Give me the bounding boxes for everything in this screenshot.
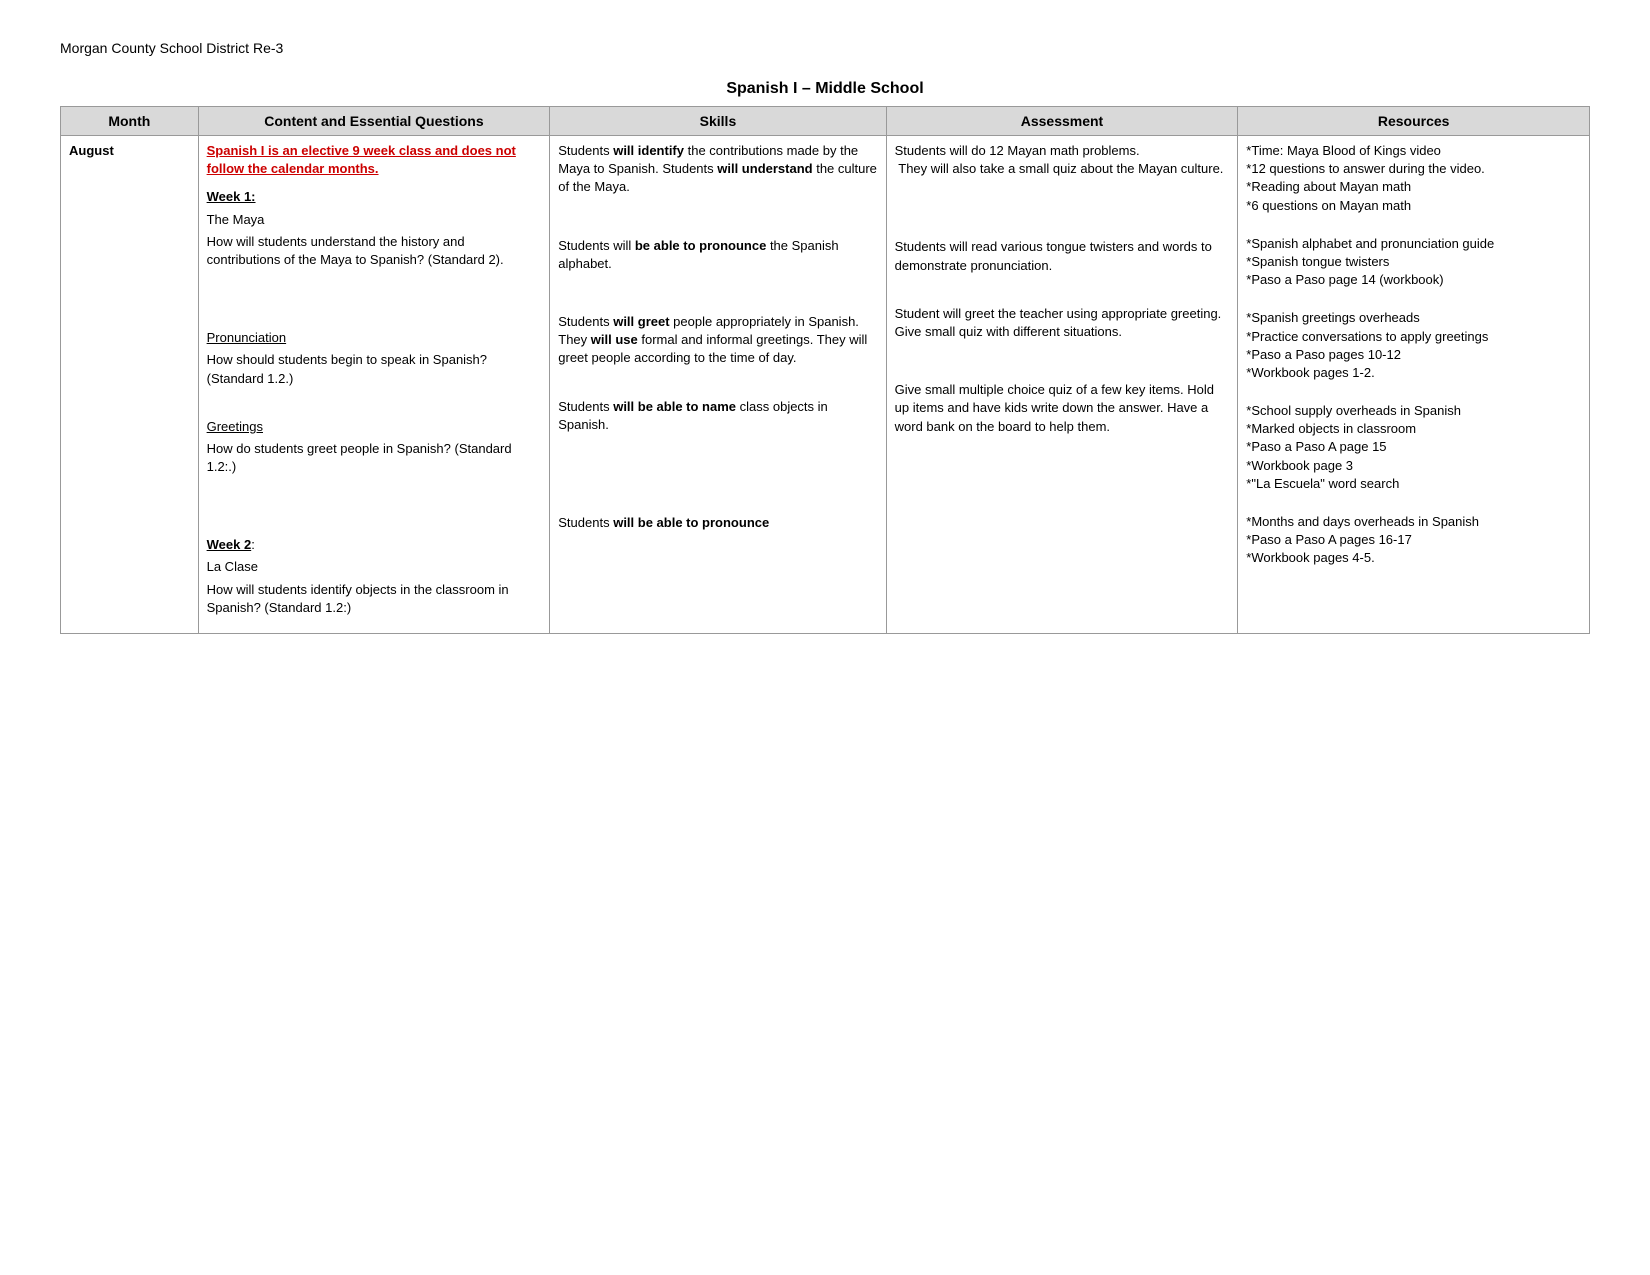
assessment-block-3: Student will greet the teacher using app… (895, 305, 1230, 341)
header-assessment: Assessment (886, 107, 1238, 136)
header-month: Month (61, 107, 199, 136)
content-greetings: Greetings How do students greet people i… (207, 418, 542, 477)
topic-laclase: La Clase (207, 558, 542, 576)
resources-block-4: *School supply overheads in Spanish*Mark… (1246, 402, 1581, 493)
question-pronunciation: How should students begin to speak in Sp… (207, 351, 542, 387)
resources-block-3: *Spanish greetings overheads*Practice co… (1246, 309, 1581, 382)
header-skills: Skills (550, 107, 886, 136)
month-label: August (69, 143, 114, 158)
content-cell: Spanish I is an elective 9 week class an… (198, 136, 550, 634)
course-title: Spanish I – Middle School (60, 80, 1590, 98)
topic-maya: The Maya (207, 211, 542, 229)
assessment-block-2: Students will read various tongue twiste… (895, 238, 1230, 274)
month-cell: August (61, 136, 199, 634)
greetings-label: Greetings (207, 418, 542, 436)
resources-block-1: *Time: Maya Blood of Kings video*12 ques… (1246, 142, 1581, 215)
skills-block-3: Students will greet people appropriately… (558, 313, 877, 368)
curriculum-table: Month Content and Essential Questions Sk… (60, 106, 1590, 634)
pronunciation-label: Pronunciation (207, 329, 542, 347)
header-content: Content and Essential Questions (198, 107, 550, 136)
content-intro: Spanish I is an elective 9 week class an… (207, 142, 542, 178)
assessment-cell: Students will do 12 Mayan math problems.… (886, 136, 1238, 634)
question-maya: How will students understand the history… (207, 233, 542, 269)
district-title: Morgan County School District Re-3 (60, 40, 1590, 56)
assessment-block-1: Students will do 12 Mayan math problems.… (895, 142, 1230, 178)
skills-block-4: Students will be able to name class obje… (558, 398, 877, 434)
content-intro-text: Spanish I is an elective 9 week class an… (207, 143, 516, 176)
skills-block-2: Students will be able to pronounce the S… (558, 237, 877, 273)
header-resources: Resources (1238, 107, 1590, 136)
week1-label: Week 1: (207, 188, 542, 206)
resources-cell: *Time: Maya Blood of Kings video*12 ques… (1238, 136, 1590, 634)
skills-block-1: Students will identify the contributions… (558, 142, 877, 197)
content-week1: Week 1: The Maya How will students under… (207, 188, 542, 269)
week2-label: Week 2: (207, 536, 542, 554)
resources-block-5: *Months and days overheads in Spanish*Pa… (1246, 513, 1581, 568)
skills-block-5: Students will be able to pronounce (558, 514, 877, 532)
question-laclase: How will students identify objects in th… (207, 581, 542, 617)
content-week2: Week 2: La Clase How will students ident… (207, 536, 542, 617)
skills-cell: Students will identify the contributions… (550, 136, 886, 634)
table-row: August Spanish I is an elective 9 week c… (61, 136, 1590, 634)
content-pronunciation: Pronunciation How should students begin … (207, 329, 542, 388)
resources-block-2: *Spanish alphabet and pronunciation guid… (1246, 235, 1581, 290)
assessment-block-4: Give small multiple choice quiz of a few… (895, 381, 1230, 436)
question-greetings: How do students greet people in Spanish?… (207, 440, 542, 476)
